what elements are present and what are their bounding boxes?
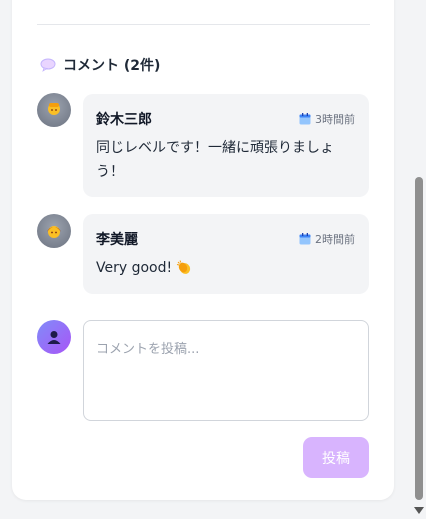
comments-title: コメント (2件) (63, 58, 161, 74)
calendar-icon (299, 113, 311, 125)
comment-time-text: 2時間前 (315, 233, 355, 246)
comment-input-placeholder: コメントを投稿... (96, 342, 200, 357)
user-silhouette-icon (47, 331, 61, 344)
comment-text-content: Very good! (96, 260, 173, 276)
avatar (37, 93, 71, 127)
person-icon (48, 103, 60, 115)
clapping-hands-icon (177, 260, 191, 274)
person-icon (47, 226, 61, 238)
comment-text: 同じレベルです！一緒に頑張りましょう！ (96, 140, 334, 180)
comments-heading: コメント (2件) (40, 55, 160, 75)
speech-bubble-icon (40, 58, 56, 72)
scroll-down-arrow-icon[interactable] (414, 507, 424, 514)
comment-item: 李美麗 2時間前 Very good! (83, 214, 369, 294)
comment-time: 3時間前 (299, 111, 355, 127)
scrollbar-thumb[interactable] (415, 177, 423, 500)
comment-time: 2時間前 (299, 231, 355, 247)
post-comment-button[interactable]: 投稿 (303, 437, 369, 478)
avatar (37, 214, 71, 248)
comment-author: 鈴木三郎 (96, 112, 152, 128)
comment-text: Very good! (96, 256, 355, 280)
calendar-icon (299, 233, 311, 245)
comment-item: 鈴木三郎 3時間前 同じレベルです！一緒に頑張りましょう！ (83, 94, 369, 197)
comment-time-text: 3時間前 (315, 113, 355, 126)
divider (37, 24, 370, 25)
comment-author: 李美麗 (96, 232, 138, 248)
current-user-avatar (37, 320, 71, 354)
comment-input[interactable]: コメントを投稿... (83, 320, 369, 421)
